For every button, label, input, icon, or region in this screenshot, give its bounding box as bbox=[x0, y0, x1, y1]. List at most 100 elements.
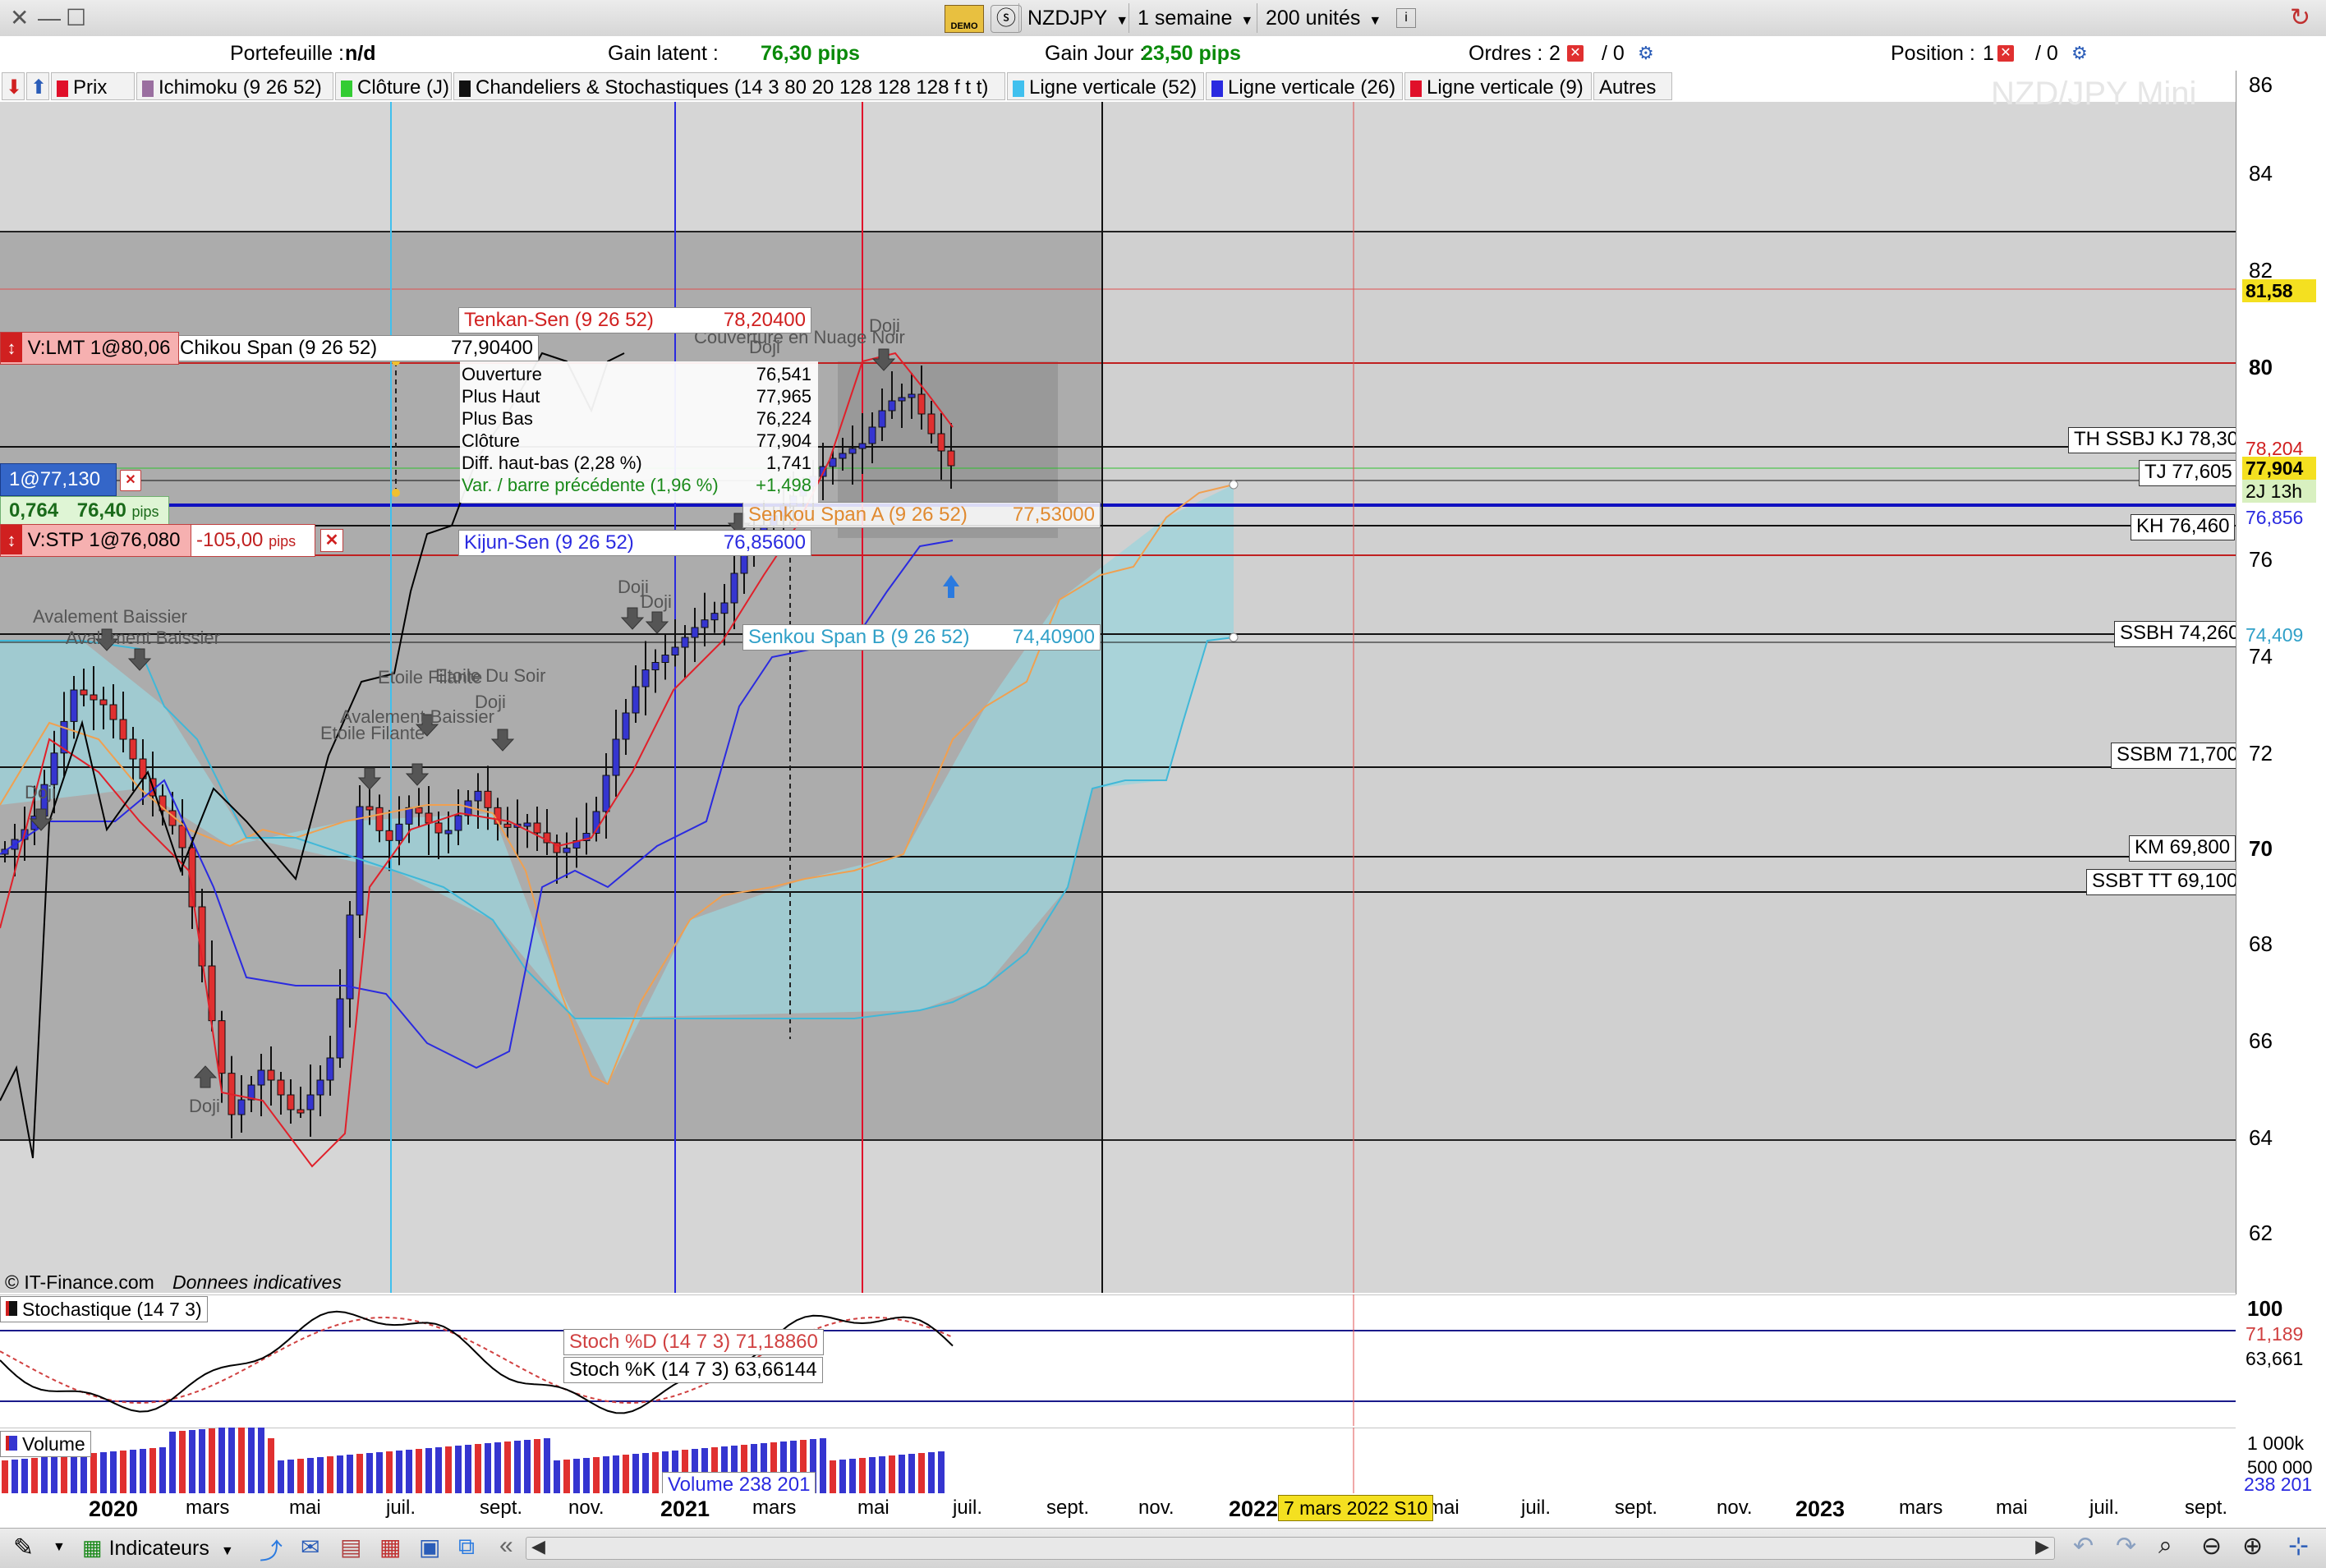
price-chart[interactable] bbox=[0, 102, 2236, 1293]
cancel-stop-icon[interactable]: ✕ bbox=[320, 529, 343, 552]
scroll-down-icon[interactable]: ⬇ bbox=[2, 72, 25, 100]
volume-bar bbox=[859, 1458, 866, 1493]
collapse-icon[interactable]: « bbox=[499, 1532, 513, 1560]
tab-ligne-verticale-52[interactable]: Ligne verticale (52) bbox=[1007, 72, 1204, 100]
candle-body bbox=[523, 822, 531, 827]
scroll-left-icon[interactable]: ◀ bbox=[531, 1536, 545, 1557]
tab-prix[interactable]: Prix bbox=[51, 72, 135, 100]
zoom-out-icon[interactable]: ⊖ bbox=[2201, 1532, 2222, 1561]
stoch-k-label[interactable]: Stoch %K (14 7 3) 63,66144 bbox=[563, 1357, 823, 1383]
x-tick: nov. bbox=[1717, 1497, 1753, 1519]
level-label[interactable]: SSBM 71,700 bbox=[2111, 743, 2245, 769]
candle-body bbox=[661, 655, 669, 663]
stochastic-panel[interactable] bbox=[0, 1294, 2236, 1426]
tab-chandeliers-stochastiques[interactable]: Chandeliers & Stochastiques (14 3 80 20 … bbox=[453, 72, 1005, 100]
info-icon[interactable]: i bbox=[1396, 8, 1416, 28]
tab-ligne-verticale-26[interactable]: Ligne verticale (26) bbox=[1206, 72, 1403, 100]
level-label[interactable]: SSBH 74,260 bbox=[2114, 621, 2246, 647]
redo-icon[interactable]: ↷ bbox=[2116, 1532, 2136, 1561]
x-tick: mars bbox=[1899, 1497, 1943, 1519]
scroll-up-icon[interactable]: ⬆ bbox=[26, 72, 49, 100]
stoch-d-label[interactable]: Stoch %D (14 7 3) 71,18860 bbox=[563, 1329, 824, 1355]
level-label[interactable]: TJ 77,605 bbox=[2139, 460, 2238, 486]
demo-badge-icon: DEMO bbox=[945, 5, 984, 33]
volume-bar bbox=[71, 1455, 77, 1493]
close-icon[interactable]: ✕ bbox=[10, 5, 29, 31]
orders-settings-icon[interactable]: ⚙ bbox=[1638, 36, 1654, 71]
orders-label: Ordres : bbox=[1469, 42, 1543, 65]
volume-panel[interactable] bbox=[0, 1428, 2236, 1493]
volume-bar bbox=[642, 1453, 649, 1493]
undo-icon[interactable]: ↶ bbox=[2073, 1532, 2094, 1561]
x-tick: juil. bbox=[386, 1497, 416, 1519]
limit-order-label[interactable]: ↕ V:LMT 1@80,06 bbox=[0, 332, 179, 365]
grid-icon[interactable]: ▦ bbox=[379, 1534, 401, 1561]
refresh-icon[interactable]: ↻ bbox=[2290, 3, 2310, 32]
position-entry-label[interactable]: 1@77,130 bbox=[0, 463, 117, 496]
time-axis[interactable]: 2020 mars mai juil. sept. nov. 2021 mars… bbox=[0, 1493, 2236, 1524]
maximize-icon[interactable]: ☐ bbox=[66, 5, 86, 31]
y-tick: 68 bbox=[2249, 931, 2273, 956]
symbol-selector[interactable]: NZDJPY ▼ bbox=[1018, 3, 1137, 33]
close-position-icon[interactable]: ✕ bbox=[1997, 45, 2014, 62]
zoom-fit-icon[interactable]: ⌕ bbox=[2158, 1532, 2172, 1560]
tab-ichimoku[interactable]: Ichimoku (9 26 52) bbox=[136, 72, 333, 100]
close-position-icon[interactable]: ✕ bbox=[120, 470, 141, 491]
candle-body bbox=[908, 393, 916, 398]
chat-icon[interactable]: ✉ bbox=[301, 1534, 319, 1561]
candle-body bbox=[90, 694, 98, 701]
drag-handle-icon[interactable]: ↕ bbox=[1, 333, 22, 362]
senkou-span-b-label[interactable]: Senkou Span B (9 26 52) 74,40900 bbox=[742, 624, 1101, 651]
screen-icon[interactable]: ▣ bbox=[419, 1534, 440, 1561]
scroll-right-icon[interactable]: ▶ bbox=[2035, 1536, 2049, 1557]
level-label[interactable]: TH SSBJ KJ 78,300 bbox=[2068, 427, 2255, 453]
tab-ligne-verticale-9[interactable]: Ligne verticale (9) bbox=[1404, 72, 1592, 100]
drawing-tool-icon[interactable]: ✎ bbox=[13, 1534, 34, 1562]
instrument-info-icon[interactable]: ⓢ bbox=[991, 5, 1022, 33]
y-tick: 86 bbox=[2249, 72, 2273, 97]
level-label[interactable]: KM 69,800 bbox=[2129, 835, 2236, 862]
stochastic-panel-label[interactable]: Stochastique (14 7 3) bbox=[0, 1296, 208, 1322]
chevron-down-icon[interactable]: ▼ bbox=[53, 1540, 66, 1555]
candle-body bbox=[602, 775, 610, 812]
volume-bar bbox=[317, 1457, 324, 1493]
level-label[interactable]: KH 76,460 bbox=[2131, 514, 2236, 540]
tab-label: Ligne verticale (26) bbox=[1228, 76, 1396, 99]
volume-panel-label[interactable]: Volume bbox=[0, 1431, 91, 1457]
kijun-sen-label[interactable]: Kijun-Sen (9 26 52) 76,85600 bbox=[458, 530, 811, 556]
drag-handle-icon[interactable]: ↕ bbox=[1, 525, 22, 554]
stop-order-label[interactable]: ↕ V:STP 1@76,080 bbox=[0, 524, 192, 557]
minimize-icon[interactable]: — bbox=[38, 5, 61, 31]
position-settings-icon[interactable]: ⚙ bbox=[2071, 36, 2088, 71]
tab-label: Prix bbox=[73, 76, 108, 99]
volume-bar bbox=[140, 1449, 146, 1493]
horizontal-scrollbar[interactable]: ◀ ▶ bbox=[526, 1536, 2055, 1560]
price-axis[interactable] bbox=[2236, 71, 2326, 1294]
orders-count[interactable]: 2 bbox=[1549, 36, 1561, 71]
candle-body bbox=[70, 689, 78, 722]
volume-bar bbox=[248, 1428, 255, 1493]
senkou-span-a-label[interactable]: Senkou Span A (9 26 52) 77,53000 bbox=[742, 502, 1101, 528]
units-selector[interactable]: 200 unités ▼ bbox=[1257, 3, 1390, 33]
share-icon[interactable]: ⤴ bbox=[260, 1534, 283, 1566]
tab-autres[interactable]: Autres bbox=[1593, 72, 1672, 100]
chikou-span-label[interactable]: Chikou Span (9 26 52) 77,90400 bbox=[174, 335, 539, 361]
calendar-icon[interactable]: ▤ bbox=[340, 1534, 361, 1561]
volume-bar bbox=[485, 1443, 491, 1493]
volume-bar bbox=[899, 1455, 905, 1493]
layout-icon[interactable]: ⧉ bbox=[458, 1534, 475, 1561]
level-label[interactable]: SSBT TT 69,100 bbox=[2086, 869, 2244, 895]
volume-bar bbox=[61, 1455, 67, 1493]
tenkan-sen-label[interactable]: Tenkan-Sen (9 26 52) 78,20400 bbox=[458, 307, 811, 333]
timeframe-selector[interactable]: 1 semaine ▼ bbox=[1129, 3, 1262, 33]
cancel-orders-icon[interactable]: ✕ bbox=[1567, 45, 1584, 62]
position-count[interactable]: 1 bbox=[1983, 36, 1994, 71]
volume-bar bbox=[268, 1438, 274, 1493]
zoom-in-icon[interactable]: ⊕ bbox=[2242, 1532, 2263, 1561]
tab-cloture[interactable]: Clôture (J) bbox=[335, 72, 452, 100]
volume-bar bbox=[169, 1432, 176, 1493]
y-tick: 74 bbox=[2249, 644, 2273, 669]
indicators-button[interactable]: ▦ Indicateurs ▼ bbox=[82, 1532, 234, 1563]
ohlc-label: Clôture bbox=[462, 430, 520, 451]
crosshair-icon[interactable]: ⊹ bbox=[2288, 1532, 2309, 1561]
